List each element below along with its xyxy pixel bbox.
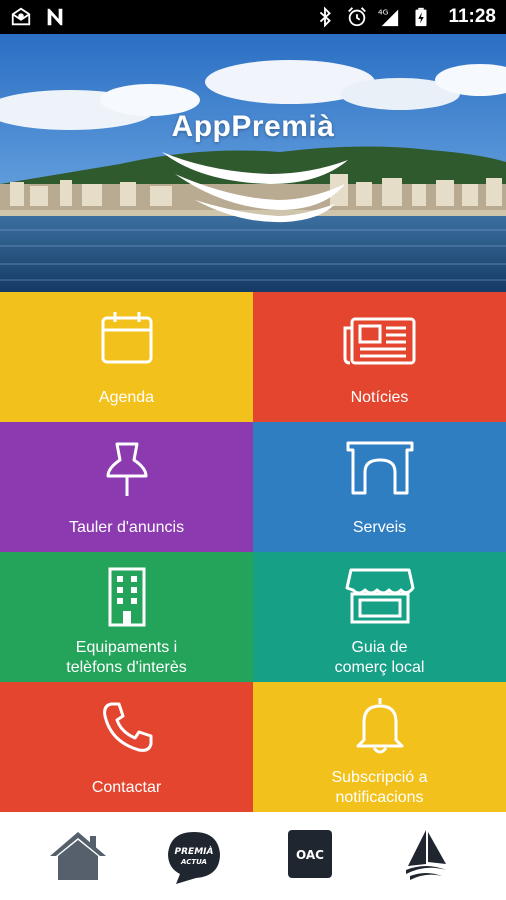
shop-icon xyxy=(345,568,414,624)
hero-banner: AppPremià xyxy=(0,34,506,292)
tile-label: Notícies xyxy=(350,389,409,406)
tile-label-line2: telèfons d'interès xyxy=(66,659,187,676)
oac-icon: OAC xyxy=(288,830,332,878)
arch-icon xyxy=(346,441,413,495)
tile-label: Tauler d'anuncis xyxy=(68,519,185,536)
sail-logo-icon xyxy=(406,830,446,880)
tile-guia-comerc[interactable]: Guia de comerç local xyxy=(253,552,506,682)
tile-label-line1: Subscripció a xyxy=(331,769,428,786)
tile-subscripcio-notificacions[interactable]: Subscripció a notificacions xyxy=(253,682,506,812)
building-icon xyxy=(108,567,145,627)
home-icon xyxy=(50,832,106,880)
pushpin-icon xyxy=(106,442,147,496)
tile-equipaments[interactable]: Equipaments i telèfons d'interès xyxy=(0,552,253,682)
tile-label-line1: Guia de xyxy=(351,639,408,656)
bell-icon xyxy=(356,698,403,754)
tile-label: Equipaments i telèfons d'interès xyxy=(10,638,243,678)
newspaper-icon xyxy=(343,317,415,365)
tile-label-line2: comerç local xyxy=(334,659,425,676)
hero-landscape-image xyxy=(0,34,506,292)
battery-charging-icon xyxy=(415,7,427,27)
tile-label-line2: notificacions xyxy=(335,789,424,806)
menu-grid: Agenda Notícies Tauler d'anuncis Serveis… xyxy=(0,292,506,814)
tile-label: Serveis xyxy=(352,519,407,536)
clock: 11:28 xyxy=(448,6,496,27)
nav-home[interactable] xyxy=(46,828,110,886)
tile-label: Contactar xyxy=(91,779,162,796)
premia-actua-line1: PREMIÀ xyxy=(175,846,214,857)
app-title: AppPremià xyxy=(171,110,335,143)
tile-label: Subscripció a notificacions xyxy=(263,768,496,808)
tile-label-line1: Equipaments i xyxy=(75,639,178,656)
nav-premia-actua[interactable]: PREMIÀ ACTUA xyxy=(162,828,226,886)
tile-noticies[interactable]: Notícies xyxy=(253,292,506,422)
mail-notification-icon xyxy=(11,7,31,26)
nav-oac[interactable]: OAC xyxy=(278,828,342,886)
nav-sail-logo[interactable] xyxy=(394,828,458,886)
alarm-icon xyxy=(348,7,367,27)
phone-icon xyxy=(102,702,152,752)
bottom-nav: PREMIÀ ACTUA OAC xyxy=(0,814,506,900)
network-label: 4G xyxy=(378,7,389,16)
tile-label: Agenda xyxy=(98,389,155,406)
tile-label: Guia de comerç local xyxy=(263,638,496,678)
tile-contactar[interactable]: Contactar xyxy=(0,682,253,812)
tile-tauler-anuncis[interactable]: Tauler d'anuncis xyxy=(0,422,253,552)
signal-4g-icon: 4G xyxy=(378,7,399,27)
oac-label: OAC xyxy=(296,848,324,862)
tile-serveis[interactable]: Serveis xyxy=(253,422,506,552)
premia-actua-icon: PREMIÀ ACTUA xyxy=(168,832,220,884)
status-bar: 4G 11:28 xyxy=(0,0,506,34)
bluetooth-icon xyxy=(320,6,332,28)
premia-actua-line2: ACTUA xyxy=(180,858,207,866)
tile-agenda[interactable]: Agenda xyxy=(0,292,253,422)
n-notification-icon xyxy=(47,8,63,26)
calendar-icon xyxy=(101,312,152,364)
